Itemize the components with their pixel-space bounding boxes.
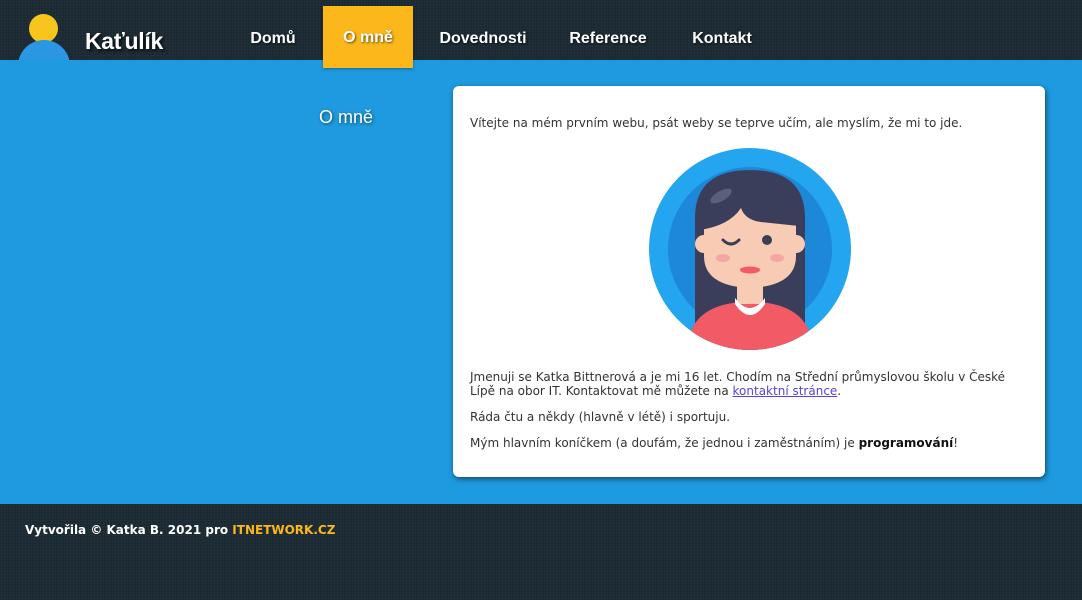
- footer-credit-text: Vytvořila © Katka B. 2021 pro: [25, 523, 233, 537]
- welcome-text: Vítejte na mém prvním webu, psát weby se…: [470, 116, 963, 130]
- site-footer: Vytvořila © Katka B. 2021 pro ITNETWORK.…: [0, 504, 1082, 600]
- footer-credit: Vytvořila © Katka B. 2021 pro ITNETWORK.…: [25, 523, 335, 537]
- main-hobby-bold: programování: [858, 436, 954, 450]
- user-avatar-icon: [17, 13, 71, 60]
- main-hobby-paragraph: Mým hlavním koníčkem (a doufám, že jedno…: [470, 436, 1030, 450]
- nav-item-o-mne[interactable]: O mně: [323, 6, 413, 68]
- itnetwork-link[interactable]: ITNETWORK.CZ: [232, 523, 335, 537]
- content-card: Vítejte na mém prvním webu, psát weby se…: [453, 86, 1045, 477]
- site-header: Kaťulík Domů O mně Dovednosti Reference …: [0, 0, 1082, 68]
- site-logo-text[interactable]: Kaťulík: [85, 28, 163, 55]
- main-hobby-end: !: [953, 436, 959, 450]
- intro-paragraph: Jmenuji se Katka Bittnerová a je mi 16 l…: [470, 370, 1030, 398]
- girl-avatar-icon: [649, 148, 851, 350]
- nav-item-kontakt[interactable]: Kontakt: [684, 0, 760, 60]
- nav-item-dovednosti[interactable]: Dovednosti: [432, 0, 534, 60]
- sidebar-title: O mně: [318, 107, 374, 127]
- nav-item-reference[interactable]: Reference: [562, 0, 654, 60]
- intro-end: .: [837, 384, 842, 398]
- contact-page-link[interactable]: kontaktní stránce: [733, 384, 838, 398]
- main-hobby-text: Mým hlavním koníčkem (a doufám, že jedno…: [470, 436, 859, 450]
- hobbies-paragraph: Ráda čtu a někdy (hlavně v létě) i sport…: [470, 410, 731, 424]
- nav-item-domu[interactable]: Domů: [238, 0, 308, 60]
